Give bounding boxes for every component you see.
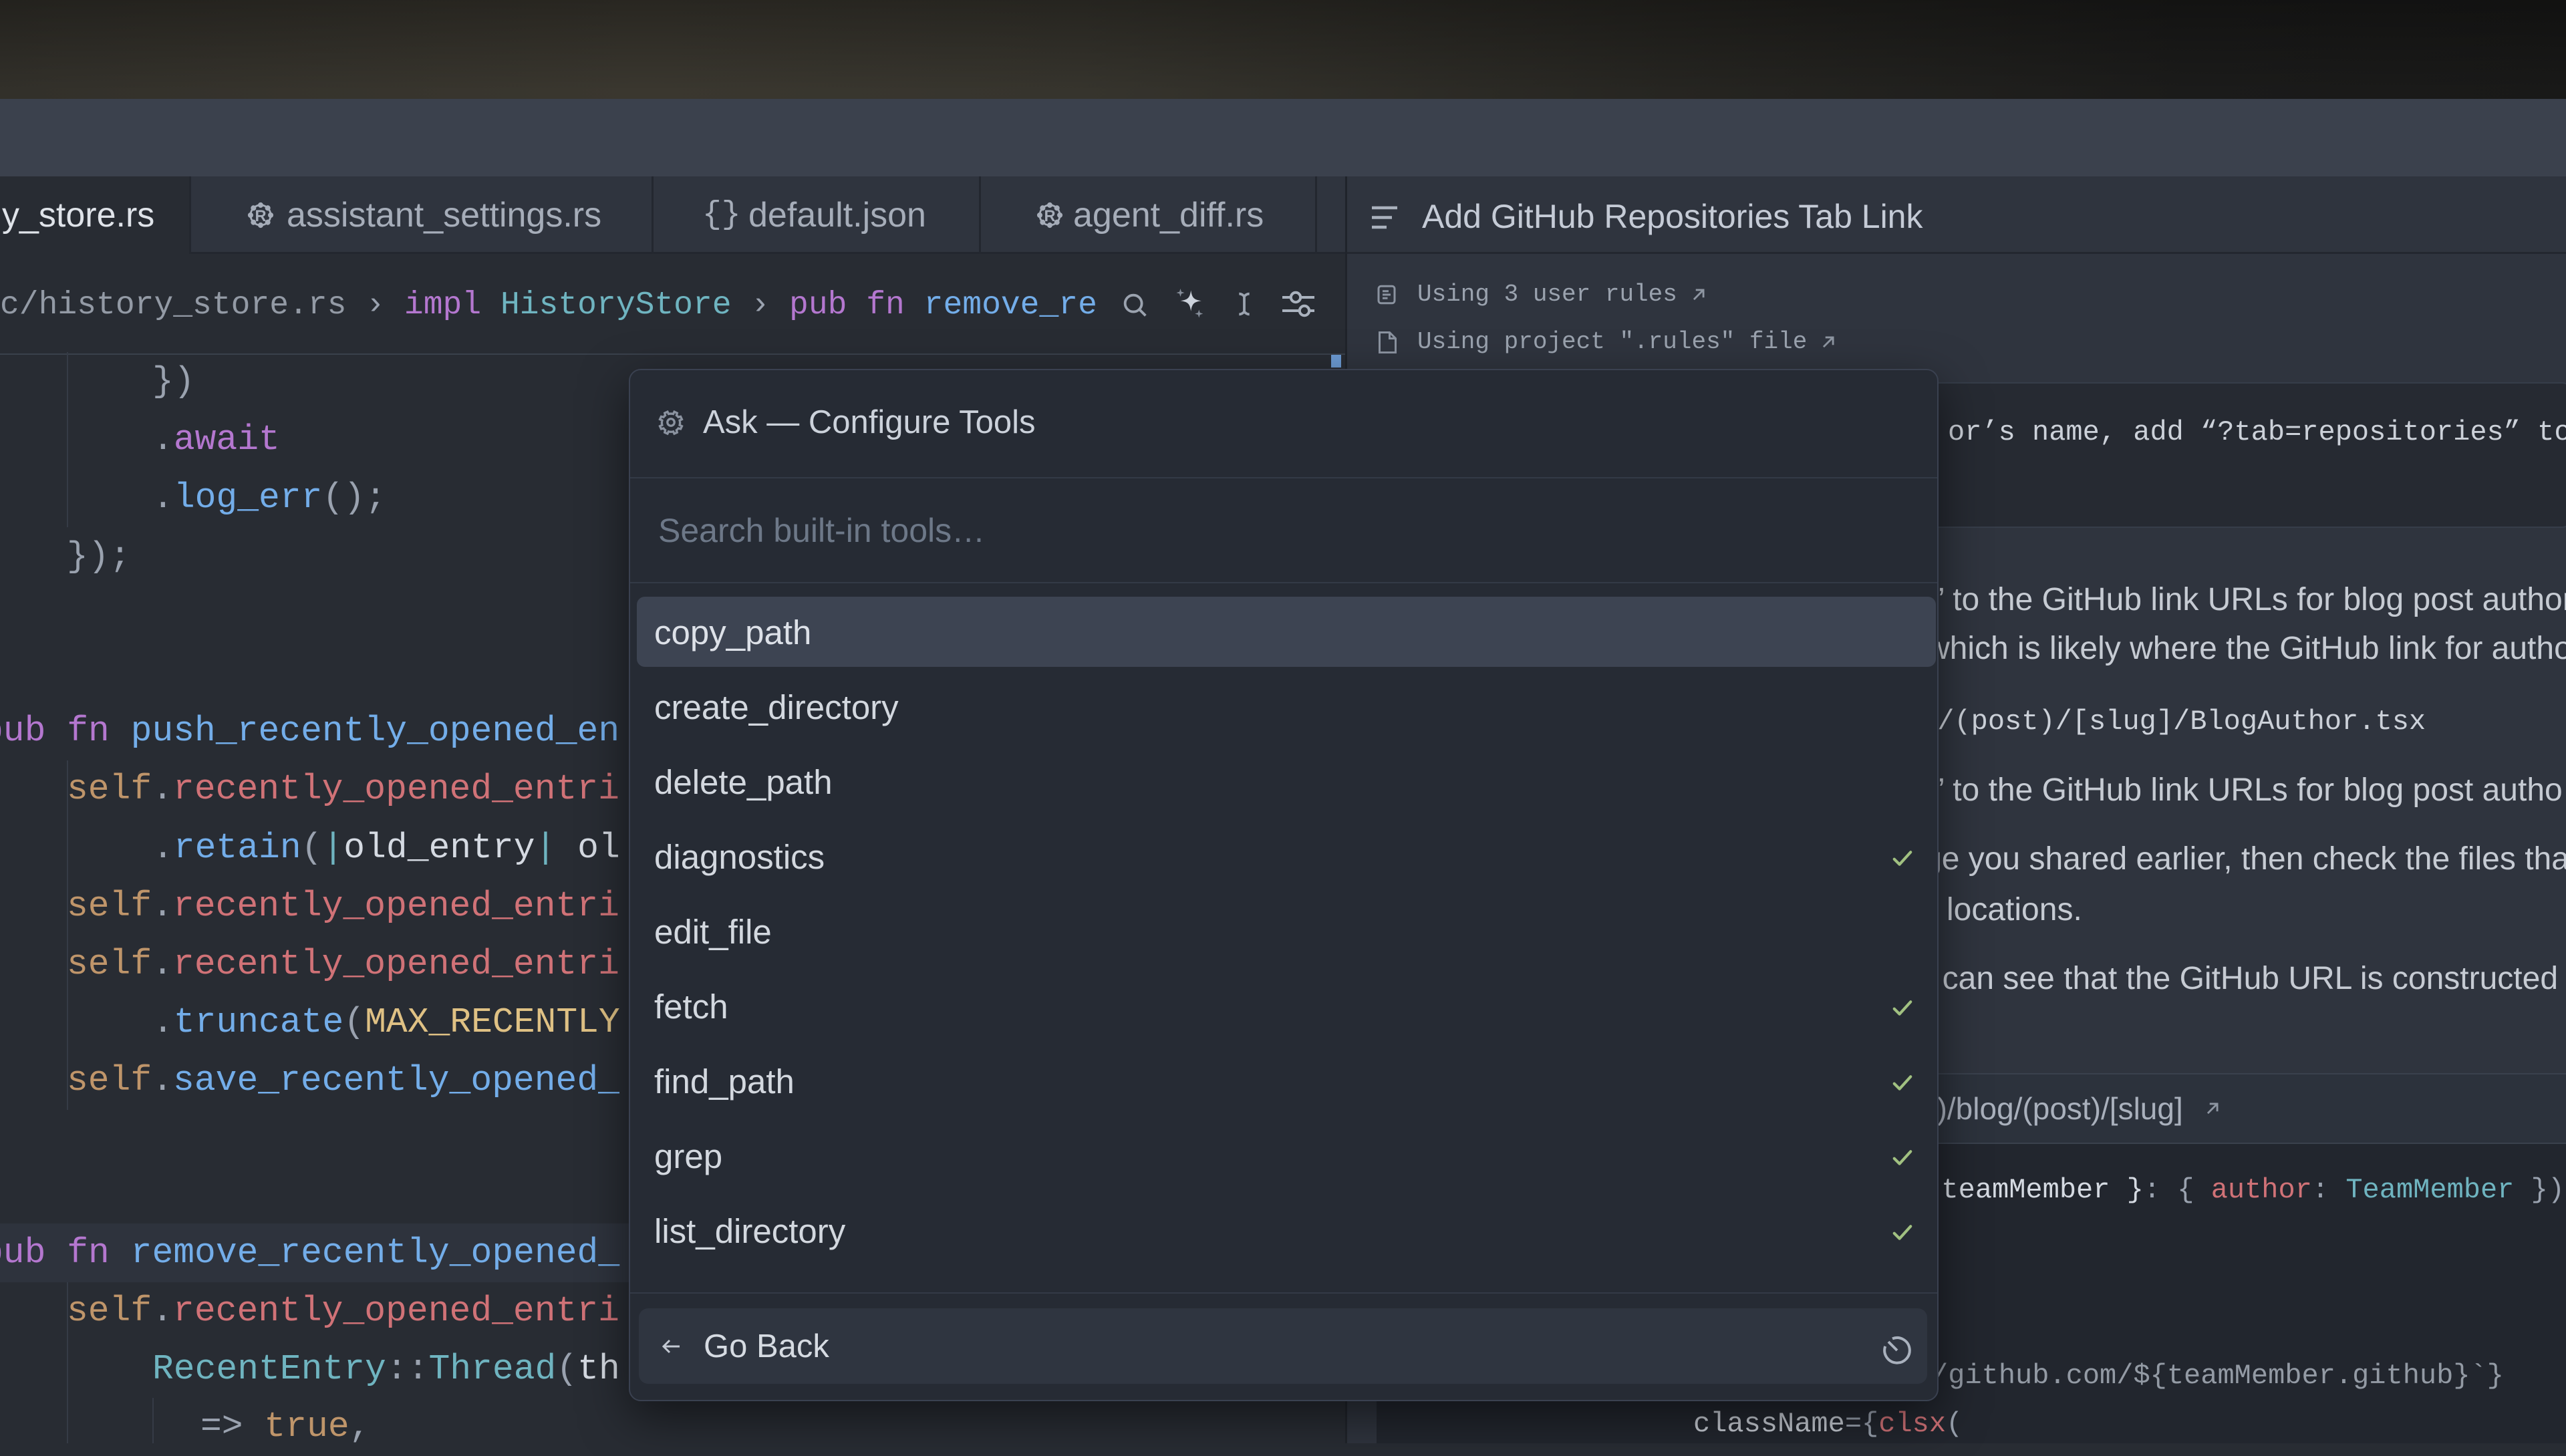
svg-text:R: R — [1044, 208, 1055, 225]
svg-text:R: R — [255, 208, 266, 225]
